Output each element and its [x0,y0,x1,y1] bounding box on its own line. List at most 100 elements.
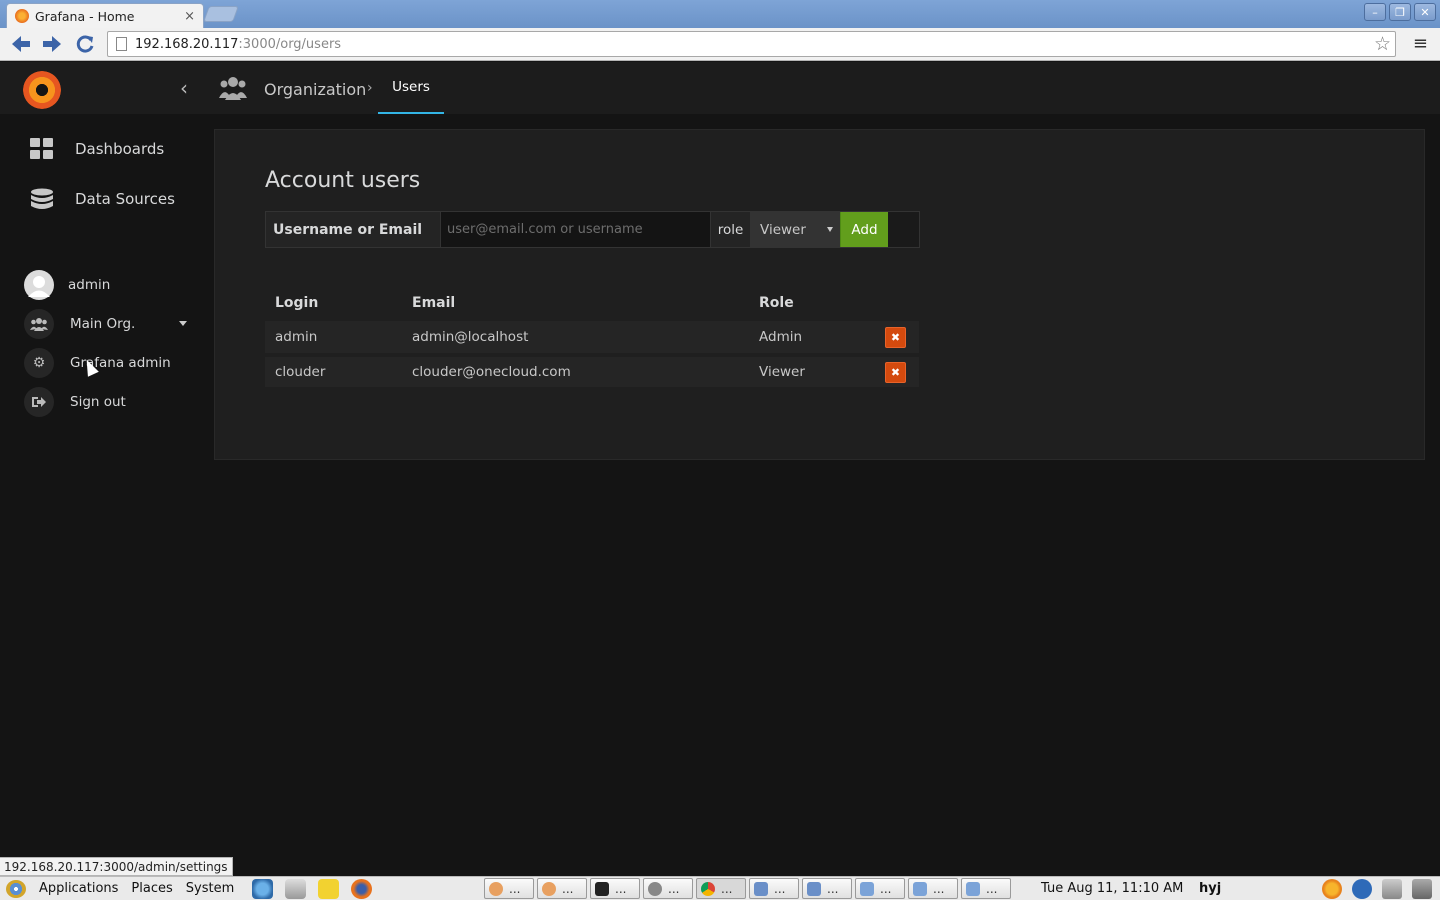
sidebar-item-dashboards[interactable]: Dashboards [0,127,199,171]
task-button[interactable]: ... [484,878,534,899]
clock[interactable]: Tue Aug 11, 11:10 AM [1041,881,1183,896]
chevron-down-icon[interactable] [179,321,187,326]
grafana-logo-icon[interactable] [23,71,61,109]
launchers [252,878,373,899]
task-label: ... [668,881,680,896]
menu-applications[interactable]: Applications [39,881,118,896]
users-table: Login Email Role admin admin@localhost A… [265,285,919,391]
mail-icon[interactable] [285,878,307,899]
column-header-role: Role [759,295,794,311]
task-button[interactable]: ... [802,878,852,899]
back-arrow-icon[interactable] [8,32,34,56]
minimize-button[interactable]: – [1364,3,1386,21]
task-button[interactable]: ... [590,878,640,899]
chevron-down-icon [827,227,833,232]
sidebar-user-profile[interactable]: admin [24,270,199,300]
sidebar-sign-out[interactable]: Sign out [24,387,199,417]
volume-icon[interactable] [1412,879,1432,899]
browser-titlebar: Grafana - Home × – ❐ ✕ [0,0,1440,28]
top-navbar: Organization › Users [199,62,1440,114]
task-label: ... [880,881,892,896]
session-user[interactable]: hyj [1199,881,1221,896]
browser-tab[interactable]: Grafana - Home × [6,3,204,28]
table-row: clouder clouder@onecloud.com Viewer ✖ [265,355,919,391]
bookmark-star-icon[interactable]: ☆ [1374,33,1391,55]
task-button[interactable]: ... [643,878,693,899]
task-button[interactable]: ... [749,878,799,899]
form-spacer [888,212,919,247]
role-label: role [711,212,750,247]
sidemenu-header: ‹ [0,62,199,114]
account-users-panel: Account users Username or Email role Vie… [214,129,1425,460]
column-header-login: Login [275,295,319,311]
url-host: 192.168.20.117 [135,36,239,52]
sidebar-org-switcher[interactable]: Main Org. [24,309,199,339]
url-path: :3000/org/users [238,36,342,52]
menu-places[interactable]: Places [131,881,172,896]
sidebar-item-data-sources[interactable]: Data Sources [0,177,199,221]
task-list: ... ... ... ... ... ... ... ... ... ... [484,878,1011,899]
forward-arrow-icon[interactable] [39,32,65,56]
maximize-button[interactable]: ❐ [1389,3,1411,21]
collapse-chevron-icon[interactable]: ‹ [180,76,188,100]
organization-icon [219,76,247,104]
system-tray [1322,879,1432,899]
table-row: admin admin@localhost Admin ✖ [265,321,919,357]
desktop-taskbar: Applications Places System ... ... ... .… [0,876,1440,900]
task-button[interactable]: ... [537,878,587,899]
network-icon[interactable] [1382,879,1402,899]
breadcrumb-users[interactable]: Users [378,62,444,114]
address-bar[interactable]: 192.168.20.117 :3000/org/users ☆ [107,31,1396,57]
sign-out-label: Sign out [70,394,126,410]
task-label: ... [562,881,574,896]
folder-icon [860,881,874,896]
new-tab-button[interactable] [203,6,239,22]
panel-menus: Applications Places System [6,879,234,898]
task-label: ... [509,881,521,896]
page-icon [116,37,127,51]
notes-icon[interactable] [318,878,340,899]
menu-system[interactable]: System [186,881,234,896]
accessibility-icon[interactable] [1352,879,1372,899]
task-button[interactable]: ... [961,878,1011,899]
task-label: ... [986,881,998,896]
task-label: ... [933,881,945,896]
network-globe-icon[interactable] [252,878,274,899]
delete-user-button[interactable]: ✖ [885,361,906,383]
role-select[interactable]: Viewer [750,212,840,247]
cell-login: clouder [265,355,402,391]
chrome-icon [701,881,715,896]
task-label: ... [615,881,627,896]
browser-toolbar: 192.168.20.117 :3000/org/users ☆ ≡ [0,28,1440,61]
username-or-email-input[interactable] [441,212,711,247]
status-bubble: 192.168.20.117:3000/admin/settings [0,857,233,876]
task-button[interactable]: ... [908,878,958,899]
task-label: ... [827,881,839,896]
firefox-icon[interactable] [351,878,373,899]
tab-close-icon[interactable]: × [184,9,195,24]
task-button[interactable]: ... [855,878,905,899]
delete-user-button[interactable]: ✖ [885,326,906,348]
folder-icon [913,881,927,896]
cell-role[interactable]: Viewer [749,355,849,391]
grafana-favicon-icon [15,9,29,23]
cell-role[interactable]: Admin [749,321,849,357]
add-user-button[interactable]: Add [840,212,888,247]
breadcrumb-organization[interactable]: Organization [264,80,366,99]
users-icon [24,309,54,339]
browser-menu-icon[interactable]: ≡ [1413,33,1428,54]
gnome-foot-icon [6,879,26,898]
terminal-icon [595,881,609,896]
update-notifier-icon[interactable] [1322,879,1342,899]
close-window-button[interactable]: ✕ [1414,3,1436,21]
window-controls: – ❐ ✕ [1364,3,1436,21]
column-header-email: Email [412,295,456,311]
cell-login: admin [265,321,402,357]
task-button-active[interactable]: ... [696,878,746,899]
sidebar-grafana-admin[interactable]: ⚙ Grafana admin [24,348,199,378]
role-select-value: Viewer [760,221,806,238]
gear-icon: ⚙ [24,348,54,378]
task-label: ... [721,881,733,896]
reload-icon[interactable] [72,32,98,56]
firefox-icon [489,881,503,896]
